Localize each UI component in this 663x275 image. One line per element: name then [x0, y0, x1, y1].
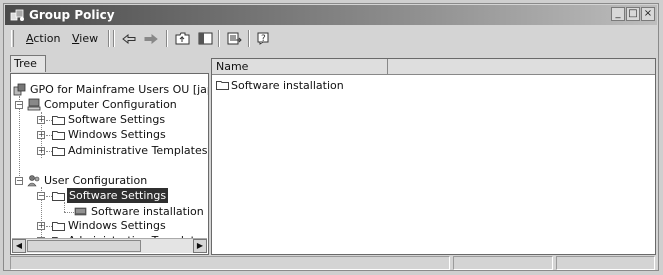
tree-label: Computer Configuration: [44, 98, 177, 111]
tree-label: Administrative Templates: [68, 144, 208, 157]
details-pane: Name Software installation: [211, 58, 656, 255]
status-panel: [10, 256, 450, 270]
folder-icon: [216, 81, 229, 90]
group-policy-window: Group Policy _ □ × Action View ? Tree GP…: [3, 3, 659, 271]
back-arrow-icon[interactable]: [120, 30, 138, 47]
tree-connector: [64, 212, 74, 213]
up-one-level-icon[interactable]: [173, 30, 191, 47]
menu-action[interactable]: Action: [26, 32, 60, 45]
tree-label: Software installation: [91, 205, 204, 218]
toolbar: Action View ?: [10, 28, 655, 50]
expand-toggle[interactable]: +: [37, 222, 45, 230]
maximize-button[interactable]: □: [626, 7, 640, 21]
toolbar-separator: [108, 30, 110, 47]
status-panel: [556, 256, 655, 270]
tree-label: Windows Settings: [68, 128, 166, 141]
collapse-toggle[interactable]: −: [37, 192, 45, 200]
toolbar-separator: [218, 30, 220, 47]
export-list-icon[interactable]: [225, 30, 243, 47]
toolbar-separator: [166, 30, 168, 47]
tree-label: User Configuration: [44, 174, 148, 187]
collapse-toggle[interactable]: −: [15, 101, 23, 109]
title-bar[interactable]: Group Policy _ □ ×: [5, 5, 657, 25]
tree-connector: [19, 96, 20, 184]
close-button[interactable]: ×: [641, 7, 655, 21]
users-icon: [27, 175, 40, 187]
scroll-left-button[interactable]: ◀: [12, 239, 26, 253]
show-hide-tree-icon[interactable]: [196, 30, 214, 47]
tree-horizontal-scrollbar[interactable]: ◀ ▶: [12, 238, 207, 253]
tree-label: Software Settings: [68, 113, 166, 126]
expand-toggle[interactable]: +: [37, 131, 45, 139]
menu-view-label: iew: [79, 32, 99, 45]
forward-arrow-icon[interactable]: [142, 30, 160, 47]
console-content: Tree GPO for Mainframe Users OU [japar −: [10, 53, 656, 255]
toolbar-separator: [113, 30, 115, 47]
scroll-thumb[interactable]: [27, 240, 141, 252]
folder-icon: [52, 222, 65, 231]
gpo-icon: [13, 83, 26, 96]
toolbar-separator: [248, 30, 250, 47]
folder-icon: [52, 116, 65, 125]
column-header-name[interactable]: Name: [212, 59, 388, 75]
status-bar: [10, 256, 655, 270]
minimize-button[interactable]: _: [611, 7, 625, 21]
tree-connector: [64, 202, 65, 212]
tree-label: Windows Settings: [68, 219, 166, 232]
folder-icon: [52, 131, 65, 140]
folder-icon: [52, 147, 65, 156]
help-icon[interactable]: ?: [255, 30, 273, 47]
tree-pane: GPO for Mainframe Users OU [japar − Comp…: [10, 73, 209, 255]
tree-label-selected: Software Settings: [67, 188, 169, 203]
window-title: Group Policy: [29, 8, 115, 22]
tree-label: GPO for Mainframe Users OU [japar: [30, 83, 209, 96]
menu-view[interactable]: View: [72, 32, 98, 45]
toolbar-grip[interactable]: [11, 30, 14, 47]
group-policy-icon: [10, 9, 24, 21]
collapse-toggle[interactable]: −: [15, 177, 23, 185]
menu-action-label: ction: [33, 32, 61, 45]
folder-open-icon: [52, 192, 65, 201]
expand-toggle[interactable]: +: [37, 116, 45, 124]
list-item-label: Software installation: [231, 79, 344, 92]
software-installation-icon: [74, 207, 87, 216]
column-header-empty[interactable]: [388, 59, 655, 75]
tab-tree[interactable]: Tree: [10, 55, 46, 72]
scroll-right-button[interactable]: ▶: [193, 239, 207, 253]
computer-icon: [27, 98, 41, 111]
status-panel: [453, 256, 553, 270]
expand-toggle[interactable]: +: [37, 147, 45, 155]
